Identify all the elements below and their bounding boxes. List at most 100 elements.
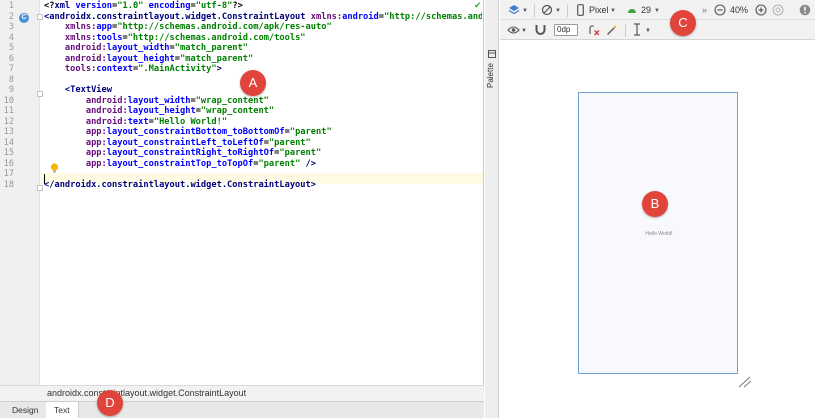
eye-icon[interactable] — [507, 25, 520, 35]
toolbar-divider — [567, 4, 568, 17]
code-token: xml — [54, 1, 76, 11]
code-line[interactable]: app:layout_constraintLeft_toLeftOf="pare… — [44, 138, 311, 149]
code-token: xmlns: — [310, 11, 343, 22]
class-gutter-icon[interactable]: C — [19, 13, 29, 23]
code-token: text — [127, 116, 149, 127]
line-number: 7 — [8, 64, 14, 74]
zoom-out-icon[interactable] — [714, 4, 726, 16]
code-line[interactable]: android:layout_height="wrap_content" — [44, 106, 274, 117]
editor-mode-tabs: Design Text — [0, 401, 484, 418]
clear-constraints-icon[interactable] — [588, 24, 600, 36]
code-token: "wrap_content" — [200, 106, 275, 116]
code-line[interactable]: android:layout_width="match_parent" — [44, 43, 248, 54]
phone-icon[interactable] — [577, 4, 584, 16]
code-token: "wrap_content" — [195, 95, 269, 106]
code-token: "http://schemas.android — [384, 11, 482, 22]
api-level-selector[interactable]: 29 — [641, 4, 651, 16]
guidelines-icon[interactable] — [632, 23, 642, 36]
chevron-down-icon[interactable]: ▼ — [610, 5, 616, 17]
code-line[interactable]: xmlns:app="http://schemas.android.com/ap… — [44, 22, 332, 33]
code-line[interactable]: tools:context=".MainActivity"> — [44, 64, 222, 75]
code-line[interactable]: xmlns:tools="http://schemas.android.com/… — [44, 33, 306, 44]
code-token: ".MainActivity" — [138, 64, 217, 74]
fold-marker-icon[interactable] — [37, 185, 43, 191]
line-number: 17 — [3, 169, 14, 179]
code-line[interactable]: android:layout_height="match_parent" — [44, 54, 253, 65]
chevron-down-icon[interactable]: ▼ — [522, 5, 528, 17]
code-line[interactable]: android:text="Hello World!" — [44, 117, 227, 128]
code-line[interactable]: app:layout_constraintBottom_toBottomOf="… — [44, 127, 332, 138]
code-token: encoding — [148, 1, 191, 11]
code-token: /> — [305, 158, 316, 169]
breadcrumb[interactable]: androidx.constraintlayout.widget.Constra… — [47, 388, 246, 398]
code-token: "1.0" — [117, 1, 149, 11]
code-token: android: — [85, 116, 128, 127]
line-number: 11 — [3, 106, 14, 116]
text-caret — [44, 174, 45, 184]
line-number: 10 — [3, 95, 14, 106]
code-token: app: — [85, 158, 107, 169]
callout-marker-d: D — [97, 390, 123, 416]
code-line[interactable]: android:layout_width="wrap_content" — [44, 96, 269, 107]
chevron-down-icon[interactable]: ▼ — [654, 5, 660, 17]
palette-label[interactable]: Palette — [486, 63, 495, 88]
tab-text[interactable]: Text — [46, 402, 79, 418]
code-line[interactable]: </androidx.constraintlayout.widget.Const… — [44, 180, 316, 191]
zoom-in-icon[interactable] — [755, 4, 767, 16]
chevron-down-icon[interactable]: ▼ — [521, 25, 527, 37]
code-line[interactable]: <TextView — [44, 85, 112, 96]
line-number: 13 — [3, 127, 14, 137]
line-number: 15 — [3, 148, 14, 158]
palette-icon[interactable] — [488, 50, 496, 58]
code-line[interactable]: <?xml version="1.0" encoding="utf-8"?> — [44, 1, 243, 12]
orientation-icon[interactable] — [541, 4, 553, 16]
tab-design[interactable]: Design — [4, 402, 48, 418]
overflow-chevron-icon[interactable]: » — [702, 4, 707, 16]
callout-marker-c: C — [670, 10, 696, 36]
default-margin-value: 0dp — [557, 25, 571, 34]
code-token: <androidx.constraintlayout.widget.Constr… — [44, 11, 311, 22]
code-line[interactable]: app:layout_constraintTop_toTopOf="parent… — [44, 159, 316, 170]
chevron-down-icon[interactable]: ▼ — [645, 25, 651, 37]
breadcrumb-bar: androidx.constraintlayout.widget.Constra… — [0, 385, 484, 401]
warnings-icon[interactable] — [799, 4, 811, 16]
device-blueprint-frame[interactable]: Hello World! — [578, 92, 738, 374]
textview-preview[interactable]: Hello World! — [579, 231, 739, 237]
device-selector[interactable]: Pixel — [589, 4, 609, 16]
chevron-down-icon[interactable]: ▼ — [555, 5, 561, 17]
code-token: <? — [44, 1, 55, 11]
magnet-icon[interactable] — [535, 24, 546, 36]
xml-editor-pane[interactable]: C ✔ <?xml version="1.0" encoding="utf-8"… — [0, 0, 484, 418]
code-area[interactable]: <?xml version="1.0" encoding="utf-8"?> <a… — [44, 0, 482, 385]
code-line[interactable]: app:layout_constraintRight_toRightOf="pa… — [44, 148, 321, 159]
code-token: "parent" — [289, 127, 332, 137]
code-token: > — [216, 64, 222, 74]
code-token: app: — [85, 127, 107, 137]
android-api-icon[interactable] — [627, 5, 637, 14]
code-token: layout_width — [127, 95, 191, 106]
fold-marker-icon[interactable] — [37, 91, 43, 97]
toolbar-divider — [625, 24, 626, 37]
zoom-level: 40% — [730, 5, 749, 15]
resize-handle-icon[interactable] — [738, 376, 752, 388]
line-number: 2 — [8, 11, 14, 22]
infer-constraints-icon[interactable] — [606, 24, 618, 36]
callout-marker-b: B — [642, 191, 668, 217]
line-number: 4 — [8, 32, 14, 43]
code-token: android: — [64, 53, 107, 64]
default-margin-box[interactable]: 0dp — [554, 24, 578, 36]
layers-icon[interactable] — [508, 4, 520, 16]
line-number: 1 — [8, 1, 14, 11]
code-token: "utf-8" — [195, 1, 233, 11]
zoom-to-fit-icon[interactable] — [772, 4, 784, 16]
code-line[interactable]: <androidx.constraintlayout.widget.Constr… — [44, 12, 482, 23]
fold-marker-icon[interactable] — [37, 14, 43, 20]
